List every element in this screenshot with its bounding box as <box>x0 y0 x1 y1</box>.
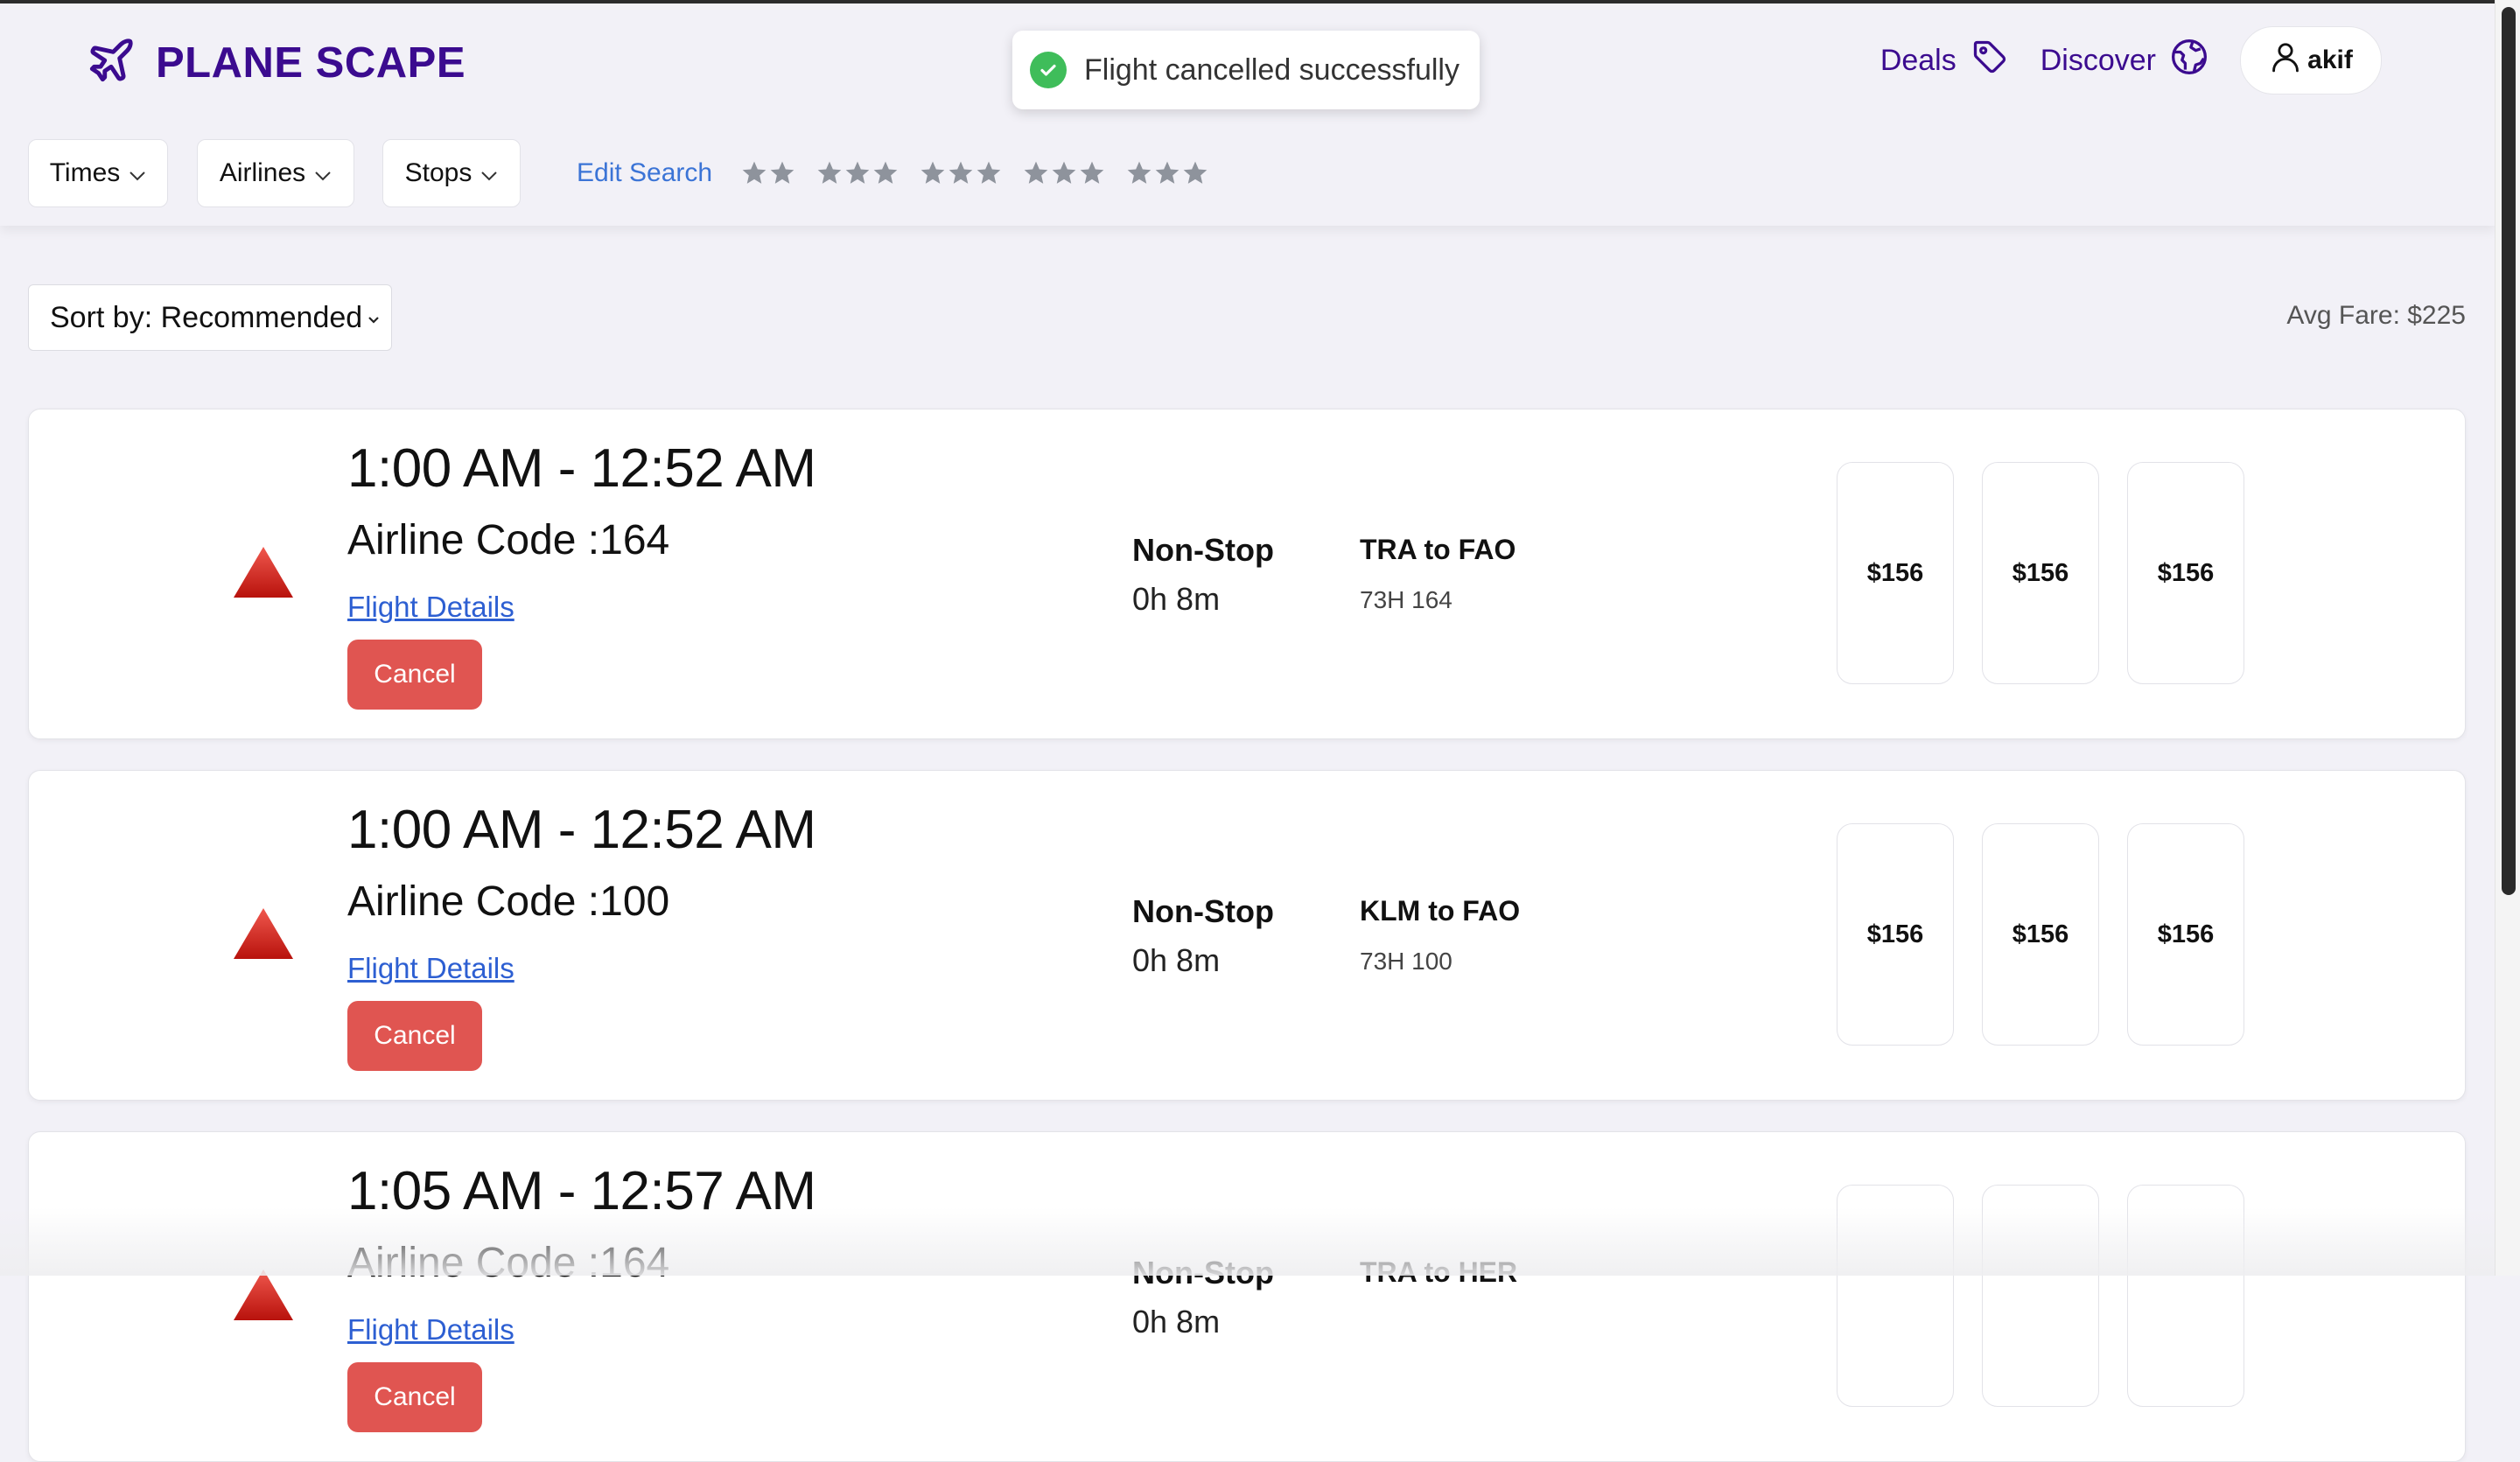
star-rating-filter-3[interactable] <box>1125 159 1209 187</box>
star-icon <box>1155 161 1180 184</box>
airline-code: Airline Code :164 <box>347 517 670 563</box>
airlines-filter-button[interactable]: Airlines <box>197 139 354 207</box>
logo[interactable]: PLANE SCAPE <box>86 35 466 90</box>
deals-link[interactable]: Deals <box>1880 38 2009 84</box>
user-icon <box>2269 38 2302 82</box>
scrollbar-thumb[interactable] <box>2502 7 2516 895</box>
flight-times: 1:00 AM - 12:52 AM <box>347 800 816 860</box>
times-filter-button[interactable]: Times <box>28 139 168 207</box>
fare-option[interactable] <box>2127 1185 2244 1407</box>
fare-option[interactable]: $156 <box>2127 462 2244 684</box>
airline-marker-icon <box>232 906 295 965</box>
star-rating-filter-2[interactable] <box>740 159 796 187</box>
deals-label: Deals <box>1880 43 1956 77</box>
toast-message: Flight cancelled successfully <box>1084 52 1460 87</box>
flight-details-link[interactable]: Flight Details <box>347 591 514 624</box>
fare-option[interactable]: $156 <box>1982 823 2099 1046</box>
stops-label: Non-Stop <box>1132 893 1274 929</box>
sort-select[interactable]: Sort by: Recommended <box>28 284 392 351</box>
fare-option[interactable]: $156 <box>1982 462 2099 684</box>
flight-card: 1:00 AM - 12:52 AM Airline Code :100 Fligh… <box>28 770 2466 1101</box>
flight-duration: 0h 8m <box>1132 1304 1221 1340</box>
cancel-button[interactable]: Cancel <box>347 1362 482 1432</box>
star-icon <box>742 161 766 184</box>
airlines-filter-label: Airlines <box>219 158 306 187</box>
airline-marker-icon <box>232 1268 295 1326</box>
chevron-down-icon <box>480 158 498 188</box>
flight-number: 73H 100 <box>1360 948 1452 975</box>
chevron-down-icon <box>365 306 382 340</box>
star-icon <box>920 161 945 184</box>
globe-icon <box>2170 38 2208 84</box>
fare-option[interactable]: $156 <box>1837 823 1954 1046</box>
flight-details-link[interactable]: Flight Details <box>347 952 514 985</box>
filter-bar: Times Airlines Stops Edit Search <box>28 139 1228 207</box>
star-rating-filters <box>740 159 1228 187</box>
flight-times: 1:05 AM - 12:57 AM <box>347 1161 816 1221</box>
scrollbar-track[interactable] <box>2495 0 2520 1276</box>
brand-title: PLANE SCAPE <box>156 38 466 87</box>
star-icon <box>1052 161 1076 184</box>
flight-times: 1:00 AM - 12:52 AM <box>347 438 816 499</box>
chevron-down-icon <box>129 158 146 188</box>
flight-route: KLM to FAO <box>1360 895 1521 927</box>
flight-details-link[interactable]: Flight Details <box>347 1313 514 1347</box>
star-icon <box>1080 161 1104 184</box>
edit-search-link[interactable]: Edit Search <box>577 158 712 188</box>
fare-option[interactable] <box>1982 1185 2099 1407</box>
star-rating-filter-3[interactable] <box>816 159 900 187</box>
airline-code: Airline Code :100 <box>347 878 670 925</box>
times-filter-label: Times <box>49 158 121 187</box>
flight-number: 73H 164 <box>1360 586 1452 613</box>
flight-duration: 0h 8m <box>1132 942 1221 978</box>
tag-icon <box>1970 38 2009 84</box>
star-rating-filter-3[interactable] <box>919 159 1003 187</box>
cancel-button[interactable]: Cancel <box>347 1001 482 1071</box>
star-icon <box>1024 161 1048 184</box>
star-icon <box>770 161 794 184</box>
star-icon <box>817 161 842 184</box>
top-nav: Deals Discover akif <box>1880 26 2382 94</box>
plane-icon <box>86 35 136 90</box>
chevron-down-icon <box>314 158 332 188</box>
fare-option[interactable] <box>1837 1185 1954 1407</box>
stops-label: Non-Stop <box>1132 532 1274 568</box>
fare-option[interactable]: $156 <box>2127 823 2244 1046</box>
success-toast: Flight cancelled successfully <box>1012 31 1480 109</box>
airline-marker-icon <box>232 545 295 604</box>
stops-label: Non-Stop <box>1132 1255 1274 1291</box>
star-icon <box>1127 161 1152 184</box>
sort-select-value: Sort by: Recommended <box>50 300 363 334</box>
star-icon <box>1183 161 1208 184</box>
user-menu-button[interactable]: akif <box>2240 26 2382 94</box>
check-circle-icon <box>1030 52 1067 88</box>
flight-route: TRA to FAO <box>1360 534 1516 565</box>
flight-route: TRA to HER <box>1360 1256 1518 1288</box>
avg-fare: Avg Fare: $225 <box>2286 301 2466 330</box>
cancel-button[interactable]: Cancel <box>347 640 482 710</box>
star-icon <box>948 161 973 184</box>
user-name: akif <box>2307 45 2353 74</box>
star-icon <box>873 161 898 184</box>
star-icon <box>845 161 870 184</box>
flight-card: 1:00 AM - 12:52 AM Airline Code :164 Fligh… <box>28 409 2466 739</box>
stops-filter-label: Stops <box>404 158 472 187</box>
discover-label: Discover <box>2040 43 2156 77</box>
fare-option[interactable]: $156 <box>1837 462 1954 684</box>
stops-filter-button[interactable]: Stops <box>382 139 521 207</box>
star-icon <box>976 161 1001 184</box>
flight-duration: 0h 8m <box>1132 581 1221 617</box>
star-rating-filter-3[interactable] <box>1022 159 1106 187</box>
airline-code: Airline Code :164 <box>347 1240 670 1286</box>
flight-card: 1:05 AM - 12:57 AM Airline Code :164 Fligh… <box>28 1131 2466 1462</box>
discover-link[interactable]: Discover <box>2040 38 2208 84</box>
